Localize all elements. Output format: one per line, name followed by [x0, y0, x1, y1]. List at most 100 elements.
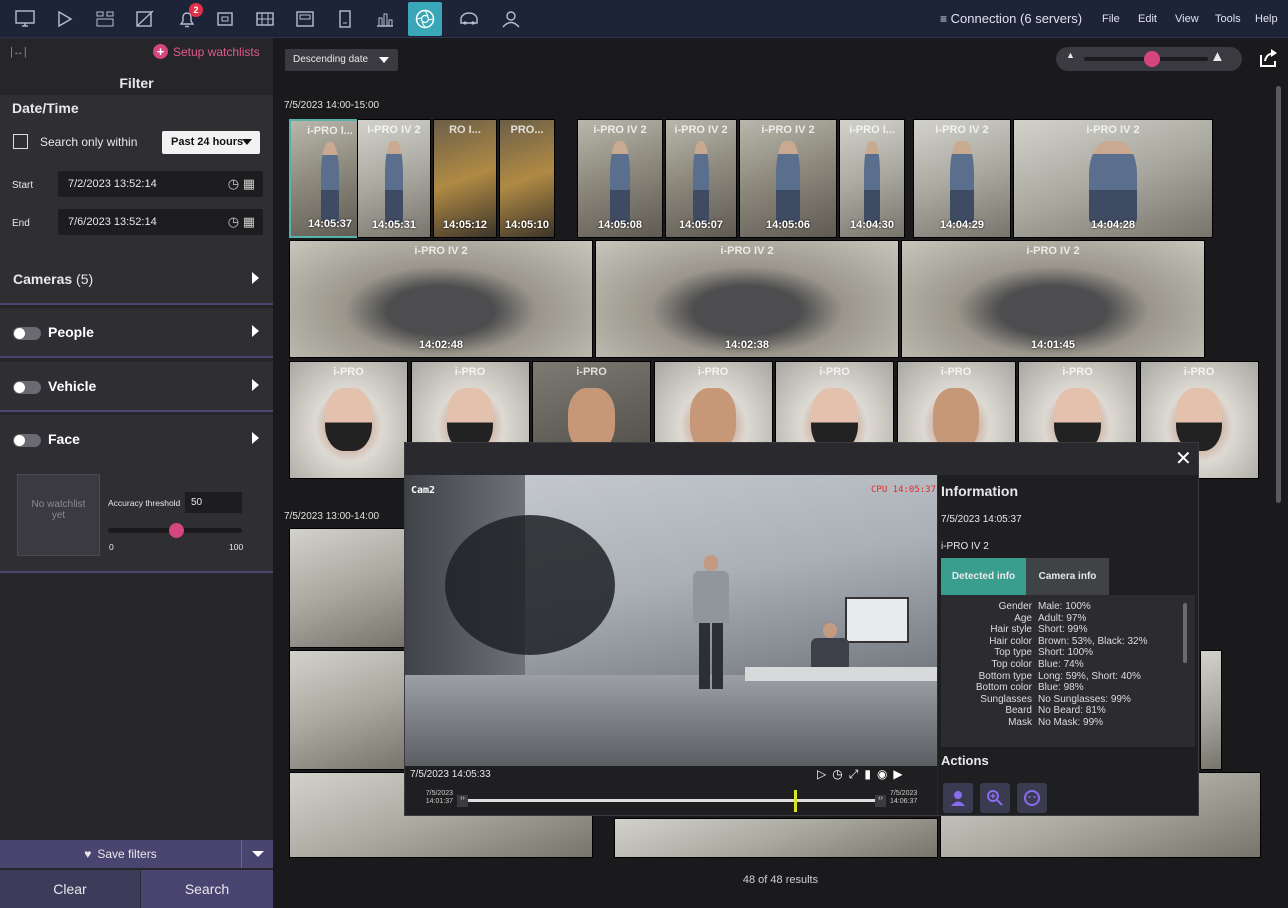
history-icon[interactable]: ◷: [832, 767, 842, 782]
result-thumbnail[interactable]: i-PRO IV 2 14:05:06: [739, 119, 837, 238]
attributes-scrollbar[interactable]: [1183, 603, 1187, 663]
result-thumbnail[interactable]: [614, 818, 938, 858]
expand-arrow-icon: [252, 379, 259, 391]
search-within-checkbox[interactable]: [13, 134, 28, 149]
clock-icon[interactable]: ◷: [228, 214, 239, 229]
camera-label: i-PRO IV 2: [367, 124, 421, 136]
zoom-action-button[interactable]: [980, 783, 1010, 813]
result-thumbnail[interactable]: i-PRO I... 14:04:30: [839, 119, 905, 238]
result-thumbnail[interactable]: i-PRO: [289, 361, 408, 479]
result-thumbnail[interactable]: [289, 528, 406, 648]
menu-edit[interactable]: Edit: [1138, 13, 1157, 25]
clear-button[interactable]: Clear: [0, 870, 140, 908]
result-thumbnail[interactable]: i-PRO IV 2 14:02:48: [289, 240, 593, 358]
timeline-playhead[interactable]: [793, 790, 797, 812]
layout-grid-icon[interactable]: [92, 6, 118, 32]
tab-detected-info[interactable]: Detected info: [941, 558, 1026, 595]
person-silhouette: [950, 141, 974, 223]
range-select[interactable]: Past 24 hours: [162, 131, 260, 154]
result-thumbnail[interactable]: i-PRO IV 2 14:05:08: [577, 119, 663, 238]
calendar-icon[interactable]: ▦: [243, 214, 255, 229]
result-thumbnail[interactable]: [289, 650, 406, 770]
menu-view[interactable]: View: [1175, 13, 1199, 25]
vehicle-section[interactable]: Vehicle: [0, 362, 273, 412]
result-thumbnail[interactable]: PRO... 14:05:10: [499, 119, 555, 238]
close-icon[interactable]: ✕: [1175, 449, 1192, 469]
time-label: 14:05:12: [442, 219, 488, 231]
bookmark-icon[interactable]: ▮: [864, 767, 871, 782]
face-title: Face: [48, 431, 80, 447]
time-label: 14:05:08: [597, 219, 643, 231]
group-label: 7/5/2023 13:00-14:00: [284, 511, 380, 522]
fullscreen-icon[interactable]: ⤢: [849, 767, 859, 782]
camera-snapshot-icon[interactable]: ◉: [877, 767, 887, 782]
play-icon[interactable]: [52, 6, 78, 32]
people-section[interactable]: People: [0, 308, 273, 358]
result-thumbnail[interactable]: i-PRO IV 2 14:05:31: [357, 119, 431, 238]
datetime-title: Date/Time: [12, 100, 79, 116]
frame-step-icon[interactable]: ▷: [817, 767, 826, 782]
no-watchlist-placeholder: No watchlist yet: [17, 474, 100, 556]
aperture-search-icon[interactable]: [408, 2, 442, 36]
result-thumbnail[interactable]: i-PRO IV 2 14:04:28: [1013, 119, 1213, 238]
result-thumbnail[interactable]: [1200, 650, 1222, 770]
attribute-key: Hair color: [989, 635, 1032, 647]
results-scrollbar[interactable]: [1276, 86, 1281, 503]
person-action-button[interactable]: [943, 783, 973, 813]
menu-help[interactable]: Help: [1255, 13, 1278, 25]
result-thumbnail[interactable]: i-PRO IV 2 14:01:45: [901, 240, 1205, 358]
camera-label: i-PRO: [1062, 366, 1093, 378]
camera-label: i-PRO IV 2: [674, 124, 728, 136]
monitor-icon[interactable]: [12, 6, 38, 32]
search-button[interactable]: Search: [140, 870, 273, 908]
sort-select[interactable]: Descending date: [285, 49, 398, 71]
face-action-button[interactable]: [1017, 783, 1047, 813]
person-search-icon[interactable]: [498, 6, 524, 32]
accuracy-slider-thumb[interactable]: [169, 523, 184, 538]
device-icon[interactable]: [332, 6, 358, 32]
vehicle-toggle[interactable]: [13, 381, 41, 394]
face-toggle[interactable]: [13, 434, 41, 447]
video-player[interactable]: Cam2 CPU 14:05:37: [405, 475, 937, 766]
range-start-handle[interactable]: ‹›: [457, 795, 468, 807]
range-end-handle[interactable]: ‹›: [875, 795, 886, 807]
tab-camera-info[interactable]: Camera info: [1026, 558, 1109, 595]
bell-icon[interactable]: 2: [174, 3, 203, 32]
connection-status[interactable]: ≡ Connection (6 servers): [940, 11, 1082, 26]
cameras-section[interactable]: Cameras (5): [0, 255, 273, 305]
attribute-key: Bottom color: [975, 682, 1032, 694]
clock-icon[interactable]: ◷: [228, 176, 239, 191]
video-play-icon[interactable]: ▶: [893, 767, 902, 782]
menu-file[interactable]: File: [1102, 13, 1120, 25]
calendar-icon[interactable]: ▦: [243, 176, 255, 191]
attribute-row: Sunglasses No Sunglasses: 99%: [941, 694, 1195, 706]
timeline-track[interactable]: [468, 799, 875, 802]
attribute-value: No Beard: 81%: [1038, 705, 1106, 717]
vehicle-icon[interactable]: [456, 6, 482, 32]
image-search-icon[interactable]: [132, 6, 158, 32]
save-filters-button[interactable]: ♥ Save filters: [0, 840, 241, 868]
setup-watchlists-button[interactable]: + Setup watchlists: [153, 44, 260, 59]
accuracy-input[interactable]: 50: [185, 492, 242, 513]
export-folder-icon[interactable]: [212, 6, 238, 32]
result-thumbnail[interactable]: i-PRO IV 2 14:04:29: [913, 119, 1011, 238]
video-wall-icon[interactable]: [292, 6, 318, 32]
thumbnail-size-slider[interactable]: ▲ ▲: [1056, 47, 1242, 71]
menu-tools[interactable]: Tools: [1215, 13, 1241, 25]
export-icon[interactable]: [1257, 47, 1279, 69]
end-datetime-field[interactable]: 7/6/2023 13:52:14 ◷ ▦: [58, 209, 263, 235]
save-filters-dropdown[interactable]: [241, 840, 273, 868]
collapse-panel-icon[interactable]: |↔|: [10, 46, 27, 58]
result-thumbnail[interactable]: i-PRO IV 2 14:05:07: [665, 119, 737, 238]
attribute-value: Blue: 98%: [1038, 682, 1084, 694]
expand-arrow-icon[interactable]: [252, 432, 259, 444]
start-datetime-field[interactable]: 7/2/2023 13:52:14 ◷ ▦: [58, 171, 263, 197]
result-thumbnail[interactable]: i-PRO IV 2 14:02:38: [595, 240, 899, 358]
analytics-chart-icon[interactable]: [372, 6, 398, 32]
table-icon[interactable]: [252, 6, 278, 32]
attribute-row: Mask No Mask: 99%: [941, 717, 1195, 729]
people-toggle[interactable]: [13, 327, 41, 340]
camera-overlay-label: Cam2: [411, 485, 436, 496]
result-thumbnail[interactable]: RO I... 14:05:12: [433, 119, 497, 238]
zoom-thumb[interactable]: [1144, 51, 1161, 67]
